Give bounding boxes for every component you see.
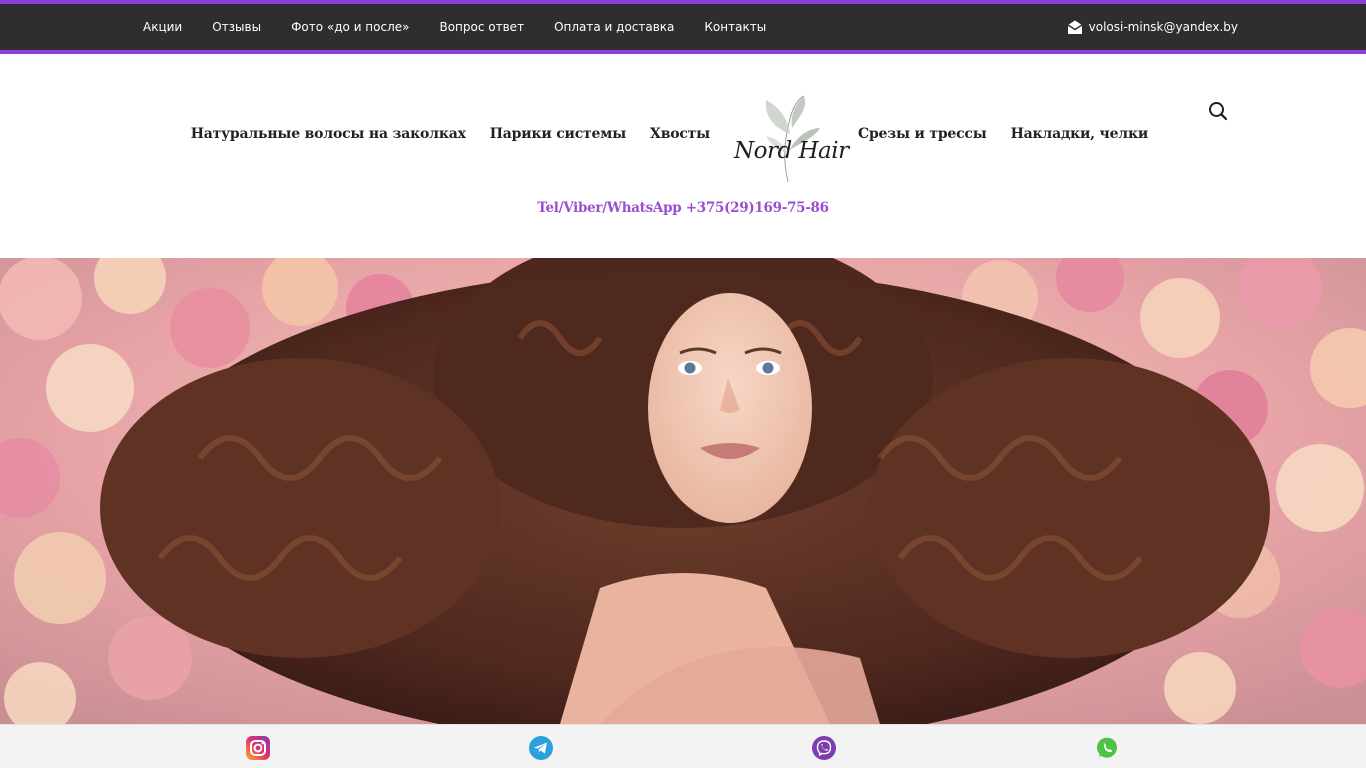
nav-wigs-systems[interactable]: Парики системы: [490, 126, 626, 142]
search-button[interactable]: [1207, 100, 1229, 122]
telegram-button[interactable]: [528, 735, 554, 761]
nav-natural-hair-clips[interactable]: Натуральные волосы на заколках: [191, 126, 466, 142]
top-nav-contacts[interactable]: Контакты: [704, 20, 766, 34]
whatsapp-icon: [1097, 737, 1117, 758]
whatsapp-button[interactable]: [1094, 735, 1120, 761]
instagram-icon: [246, 736, 270, 760]
main-nav-right: Срезы и трессы Накладки, челки: [858, 126, 1148, 142]
top-nav-payment-delivery[interactable]: Оплата и доставка: [554, 20, 674, 34]
search-icon: [1209, 102, 1228, 121]
hero-illustration: [0, 258, 1366, 724]
telegram-icon: [529, 736, 553, 760]
top-nav-faq[interactable]: Вопрос ответ: [439, 20, 524, 34]
viber-icon: [812, 736, 836, 760]
site-logo[interactable]: Nord Hair: [730, 94, 849, 186]
top-nav-before-after[interactable]: Фото «до и после»: [291, 20, 409, 34]
top-email-text: volosi-minsk@yandex.by: [1088, 20, 1238, 34]
main-nav-left: Натуральные волосы на заколках Парики си…: [191, 126, 710, 142]
top-nav: Акции Отзывы Фото «до и после» Вопрос от…: [143, 4, 796, 50]
nav-ponytails[interactable]: Хвосты: [650, 126, 710, 142]
top-nav-reviews[interactable]: Отзывы: [212, 20, 261, 34]
logo-text: Nord Hair: [734, 138, 849, 164]
viber-button[interactable]: [811, 735, 837, 761]
hero-banner-image: [0, 258, 1366, 724]
envelope-open-icon: [1067, 20, 1083, 34]
contact-phone: Tel/Viber/WhatsApp +375(29)169-75-86: [537, 200, 829, 216]
nav-cuts-tresses[interactable]: Срезы и трессы: [858, 126, 987, 142]
face: [648, 293, 812, 523]
top-email-link[interactable]: volosi-minsk@yandex.by: [1067, 4, 1238, 50]
site-header: Натуральные волосы на заколках Парики си…: [0, 54, 1366, 258]
nav-toppers-bangs[interactable]: Накладки, челки: [1011, 126, 1149, 142]
instagram-button[interactable]: [245, 735, 271, 761]
top-bar: Акции Отзывы Фото «до и после» Вопрос от…: [0, 0, 1366, 54]
social-bar: [0, 724, 1366, 768]
top-nav-promotions[interactable]: Акции: [143, 20, 182, 34]
